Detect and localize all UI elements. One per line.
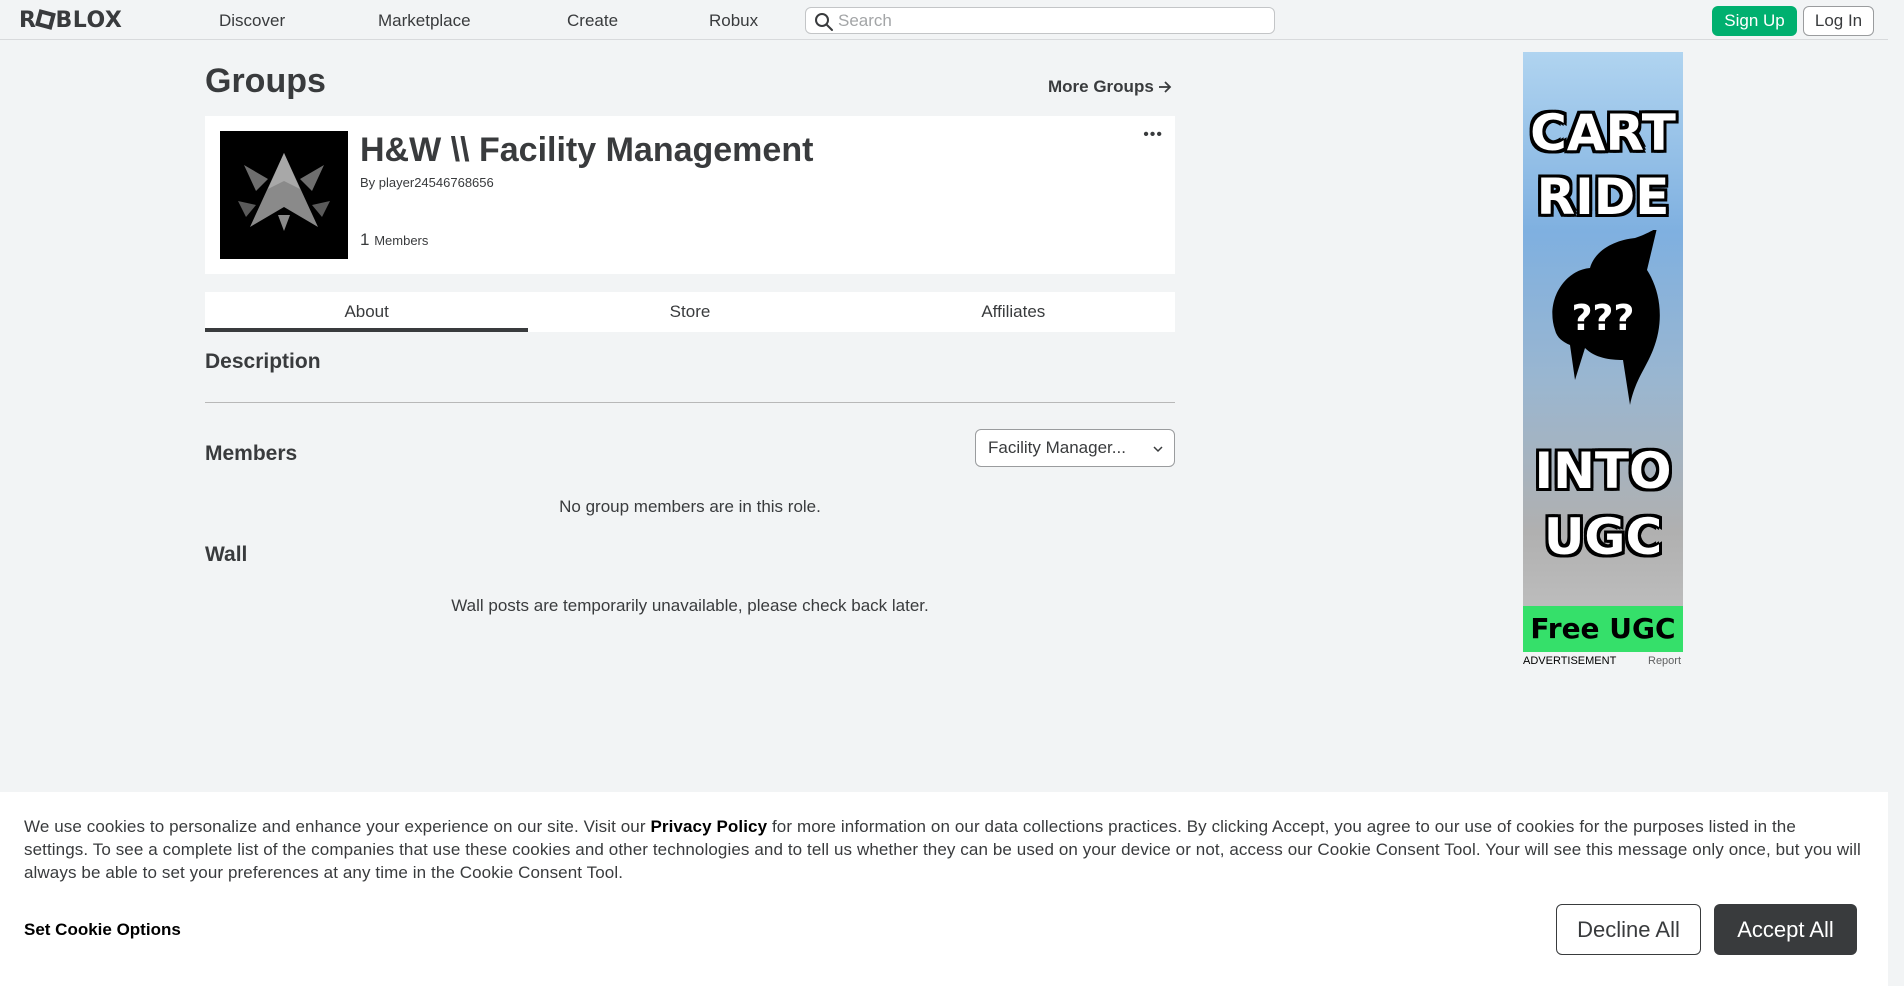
ad-text-mystery: ??? — [1571, 298, 1635, 339]
group-header-card: H&W \\ Facility Management By player2454… — [205, 116, 1175, 274]
more-groups-link[interactable]: More Groups — [1048, 77, 1172, 97]
owner-link[interactable]: player24546768656 — [379, 175, 494, 190]
search-input[interactable] — [838, 10, 1268, 31]
tab-store[interactable]: Store — [528, 292, 851, 332]
members-empty-message: No group members are in this role. — [559, 497, 821, 516]
group-name: H&W \\ Facility Management — [360, 131, 814, 169]
logo-o-icon — [35, 9, 57, 30]
ad-text-ride: RIDE — [1536, 168, 1670, 226]
decline-all-button[interactable]: Decline All — [1556, 904, 1701, 955]
member-count-label: Members — [374, 233, 429, 248]
arrow-right-icon — [1158, 81, 1172, 93]
log-in-button[interactable]: Log In — [1803, 6, 1874, 36]
set-cookie-options-link[interactable]: Set Cookie Options — [24, 920, 181, 940]
search-box[interactable] — [805, 7, 1275, 34]
advertisement-label: ADVERTISEMENT — [1523, 655, 1617, 667]
group-emblem[interactable] — [220, 131, 348, 259]
members-title: Members — [205, 442, 298, 465]
privacy-policy-link[interactable]: Privacy Policy — [650, 817, 767, 836]
search-icon — [815, 13, 833, 31]
wall-title: Wall — [205, 543, 248, 566]
tab-about[interactable]: About — [205, 292, 529, 332]
page-title: Groups — [205, 62, 326, 100]
more-options-icon[interactable]: ••• — [1143, 127, 1163, 143]
role-select-dropdown[interactable]: Facility Manager... — [975, 429, 1175, 467]
accept-all-button[interactable]: Accept All — [1714, 904, 1857, 955]
group-emblem-logo-icon — [238, 153, 330, 231]
advertisement-banner[interactable]: CART RIDE ??? INTO UGC Free UGC ! — [1523, 52, 1683, 652]
ad-report-link[interactable]: Report — [1648, 655, 1681, 667]
member-count-value: 1 — [360, 230, 370, 249]
logo-letter-r: R — [19, 8, 37, 33]
member-count: 1 Members — [360, 230, 428, 250]
logo-letters-blox: BLOX — [55, 8, 123, 33]
page-scrollbar[interactable] — [1888, 0, 1904, 986]
roblox-logo[interactable]: R BLOX — [19, 8, 122, 33]
ad-free-ugc-banner: Free UGC ! — [1523, 606, 1683, 652]
section-divider — [205, 402, 1175, 403]
group-owner: By player24546768656 — [360, 175, 494, 190]
ad-text-into: INTO — [1534, 442, 1672, 500]
cookie-consent-banner: We use cookies to personalize and enhanc… — [0, 792, 1888, 986]
group-tabs: About Store Affiliates — [205, 292, 1175, 332]
role-selected-value: Facility Manager... — [988, 438, 1126, 457]
description-title: Description — [205, 350, 321, 373]
wall-unavailable-message: Wall posts are temporarily unavailable, … — [451, 596, 929, 615]
nav-create[interactable]: Create — [567, 11, 618, 31]
ad-text-ugc: UGC — [1543, 508, 1663, 566]
ad-text-cart: CART — [1530, 104, 1676, 162]
cookie-message: We use cookies to personalize and enhanc… — [24, 815, 1864, 884]
nav-robux[interactable]: Robux — [709, 11, 758, 31]
nav-discover[interactable]: Discover — [219, 11, 285, 31]
tab-affiliates[interactable]: Affiliates — [852, 292, 1175, 332]
cookie-text-before: We use cookies to personalize and enhanc… — [24, 817, 651, 836]
sign-up-button[interactable]: Sign Up — [1712, 6, 1797, 36]
top-navigation: R BLOX Discover Marketplace Create Robux … — [0, 0, 1888, 40]
owner-prefix: By — [360, 175, 376, 190]
more-groups-label: More Groups — [1048, 77, 1154, 96]
chevron-down-icon — [1153, 446, 1163, 453]
nav-marketplace[interactable]: Marketplace — [378, 11, 471, 31]
